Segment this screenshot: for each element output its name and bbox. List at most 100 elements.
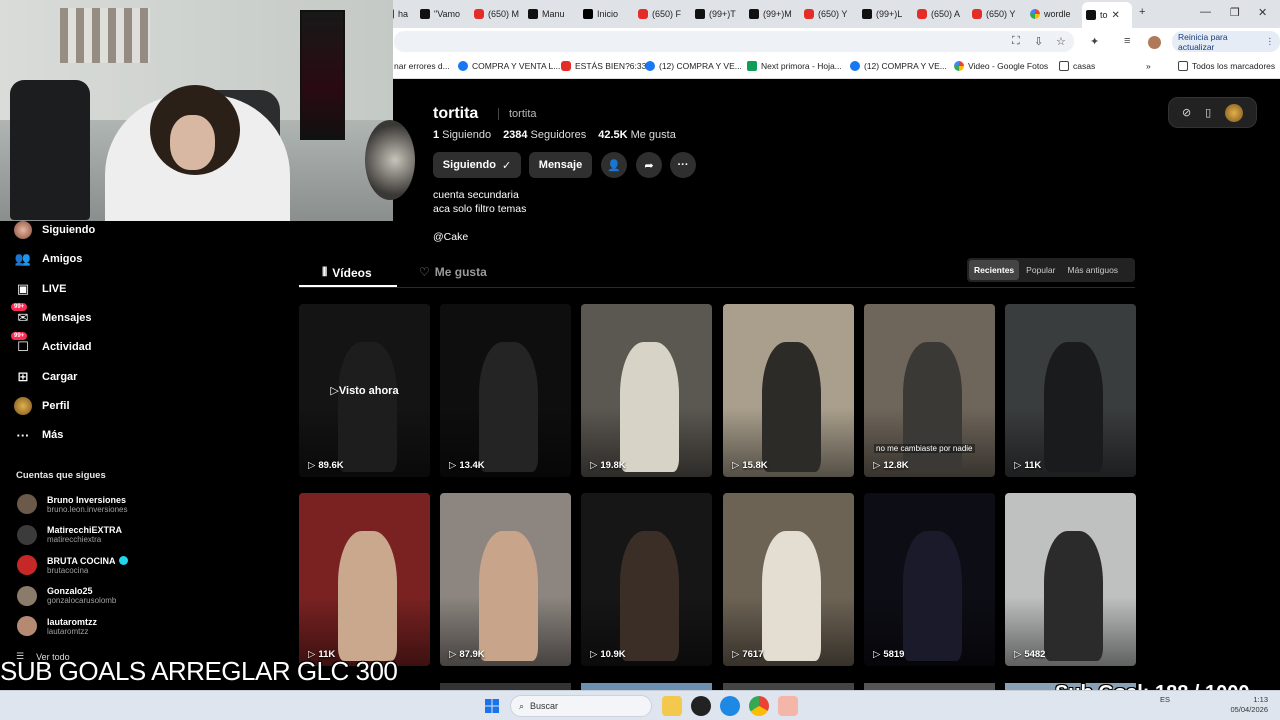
user-avatar[interactable] <box>1225 103 1244 122</box>
reading-list-icon[interactable]: ≡ <box>1124 35 1130 47</box>
file-explorer-icon[interactable] <box>662 696 682 716</box>
video-thumbnail[interactable]: ▷ 15.8K <box>723 304 854 477</box>
sidebar-item-actividad[interactable]: ☐ 99+ Actividad <box>11 332 92 356</box>
browser-tab[interactable]: wordle <box>1026 4 1078 24</box>
sort-popular[interactable]: Popular <box>1021 260 1060 280</box>
taskbar-search-placeholder: Buscar <box>530 701 559 711</box>
followed-account[interactable]: lautaromtzz lautaromtzz <box>17 616 97 636</box>
sidebar-item-perfil[interactable]: Perfil <box>14 396 70 415</box>
phone-icon[interactable]: ▯ <box>1205 106 1211 119</box>
followers-stat[interactable]: 2384 Seguidores <box>503 129 586 141</box>
browser-tab-label: "Vamo <box>434 9 461 19</box>
browser-tab[interactable]: (99+)T <box>691 4 743 24</box>
video-thumbnail[interactable]: ▷ 5819 <box>864 493 995 666</box>
followed-account[interactable]: Gonzalo25 gonzalocarusolomb <box>17 585 116 606</box>
taskbar-search[interactable]: ⌕ Buscar <box>510 695 652 717</box>
browser-tab[interactable]: Inicio <box>579 4 631 24</box>
bookmark-item[interactable]: casas <box>1059 61 1095 71</box>
bookmark-item[interactable]: (12) COMPRA Y VE... <box>645 61 742 71</box>
bookmark-item[interactable]: nar errores d... <box>394 61 450 71</box>
sort-recent[interactable]: Recientes <box>969 260 1020 280</box>
browser-tab[interactable]: (99+)M <box>745 4 797 24</box>
bookmark-label: COMPRA Y VENTA L... <box>472 61 561 71</box>
kebab-menu-icon[interactable]: ⋮ <box>1266 36 1275 47</box>
followed-account-handle: gonzalocarusolomb <box>47 596 117 605</box>
sort-oldest[interactable]: Más antiguos <box>1062 260 1123 280</box>
bookmark-item[interactable]: ESTÁS BIEN?6:33 <box>561 61 646 71</box>
add-friend-button[interactable]: 👤 <box>601 152 627 178</box>
browser-tab[interactable]: (650) M <box>470 4 522 24</box>
new-tab-icon[interactable]: + <box>1139 6 1145 18</box>
sidebar-item-siguiendo[interactable]: Siguiendo <box>14 221 95 239</box>
bookmark-item[interactable]: (12) COMPRA Y VE... <box>850 61 947 71</box>
video-thumbnail[interactable]: ▷ 5482 <box>1005 493 1136 666</box>
screen: ha "Vamo (650) M Manu Inicio (650) F (99+)T (99… <box>0 0 1280 720</box>
video-thumbnail[interactable]: ▷ 87.9K <box>440 493 571 666</box>
following-stat[interactable]: 1 Siguiendo <box>433 129 491 141</box>
compass-icon[interactable]: ⊘ <box>1182 106 1191 119</box>
browser-profile-avatar[interactable] <box>1148 36 1161 49</box>
bookmark-label: ESTÁS BIEN?6:33 <box>575 61 647 71</box>
more-options-button[interactable]: ··· <box>670 152 696 178</box>
browser-tab[interactable]: (650) Y <box>800 4 852 24</box>
all-bookmarks[interactable]: Todos los marcadores <box>1178 61 1275 71</box>
taskbar-clock[interactable]: 1:13 05/04/2026 <box>1218 695 1268 715</box>
sub-goals-ticker: SUB GOALS ARREGLAR GLC 300 <box>0 656 398 686</box>
app-icon[interactable] <box>691 696 711 716</box>
browser-tab[interactable]: (650) F <box>634 4 686 24</box>
browser-tab[interactable]: (650) Y <box>968 4 1020 24</box>
video-thumbnail[interactable]: ▷ 13.4K <box>440 304 571 477</box>
tab-likes[interactable]: ♡ Me gusta <box>419 265 487 279</box>
browser-tab[interactable]: (650) A <box>913 4 965 24</box>
sidebar-item-live[interactable]: ▣ LIVE <box>14 280 67 298</box>
browser-tab[interactable]: to ✕ <box>1082 2 1132 28</box>
sidebar-item-amigos[interactable]: 👥 Amigos <box>14 250 82 268</box>
sidebar-item-mensajes[interactable]: ✉ 99+ Mensajes <box>11 302 92 327</box>
pinned-app-icon[interactable] <box>778 696 798 716</box>
update-button[interactable]: Reinicia para actualizar ⋮ <box>1172 31 1280 52</box>
video-thumbnail[interactable]: no me cambiaste por nadie ▷ 12.8K <box>864 304 995 477</box>
star-icon[interactable]: ☆ <box>1056 35 1066 48</box>
bio-mention[interactable]: @Cake <box>433 231 468 243</box>
video-thumbnail[interactable]: ▷ Visto ahora ▷ 89.6K <box>299 304 430 477</box>
video-thumbnail[interactable]: ▷ 11K <box>299 493 430 666</box>
webcam-overlay <box>0 0 393 221</box>
browser-tab[interactable]: (99+)L <box>858 4 910 24</box>
followed-account[interactable]: BRUTA COCINA brutacocina <box>17 555 128 575</box>
play-count-icon: ▷ <box>732 460 740 471</box>
message-button[interactable]: Mensaje <box>529 152 592 178</box>
sidebar-item-más[interactable]: ··· Más <box>14 426 64 444</box>
video-thumbnail[interactable]: ▷ 11K <box>1005 304 1136 477</box>
video-subject <box>1044 342 1104 472</box>
chrome-icon[interactable] <box>749 696 769 716</box>
tab-videos[interactable]: ⦀ Vídeos <box>322 265 372 280</box>
translate-icon[interactable]: ⛶ <box>1012 35 1020 48</box>
close-window-icon[interactable]: ✕ <box>1258 6 1267 19</box>
install-icon[interactable]: ⇩ <box>1034 35 1043 48</box>
windows-start-icon[interactable] <box>482 696 502 716</box>
followed-account-handle: lautaromtzz <box>47 626 89 636</box>
restore-icon[interactable]: ❐ <box>1230 6 1240 19</box>
followed-account-text: MatirecchiEXTRA matirecchiextra <box>47 525 122 544</box>
followed-account[interactable]: Bruno Inversiones bruno.leon.inversiones <box>17 494 128 514</box>
video-thumbnail[interactable]: ▷ 10.9K <box>581 493 712 666</box>
video-thumbnail[interactable]: ▷ 7617 <box>723 493 854 666</box>
minimize-icon[interactable]: — <box>1200 6 1211 18</box>
extensions-icon[interactable]: ✦ <box>1090 35 1099 48</box>
taskbar-language[interactable]: ES <box>1160 695 1170 705</box>
url-field[interactable] <box>394 31 1074 52</box>
browser-tab[interactable]: "Vamo <box>416 4 468 24</box>
bookmark-item[interactable]: COMPRA Y VENTA L... <box>458 61 560 71</box>
followed-account-text: Gonzalo25 gonzalocarusolomb <box>47 586 116 605</box>
bookmark-item[interactable]: Next primora - Hoja... <box>747 61 842 71</box>
close-tab-icon[interactable]: ✕ <box>1112 10 1120 21</box>
following-button[interactable]: Siguiendo ✓ <box>433 152 521 178</box>
edge-icon[interactable] <box>720 696 740 716</box>
browser-tab[interactable]: Manu <box>524 4 576 24</box>
sidebar-item-cargar[interactable]: ⊞ Cargar <box>14 368 78 386</box>
share-button[interactable]: ➦ <box>636 152 662 178</box>
bookmarks-overflow-icon[interactable]: » <box>1146 61 1151 71</box>
video-thumbnail[interactable]: ▷ 19.8K <box>581 304 712 477</box>
followed-account[interactable]: MatirecchiEXTRA matirecchiextra <box>17 524 122 545</box>
bookmark-item[interactable]: Video - Google Fotos <box>954 61 1048 71</box>
